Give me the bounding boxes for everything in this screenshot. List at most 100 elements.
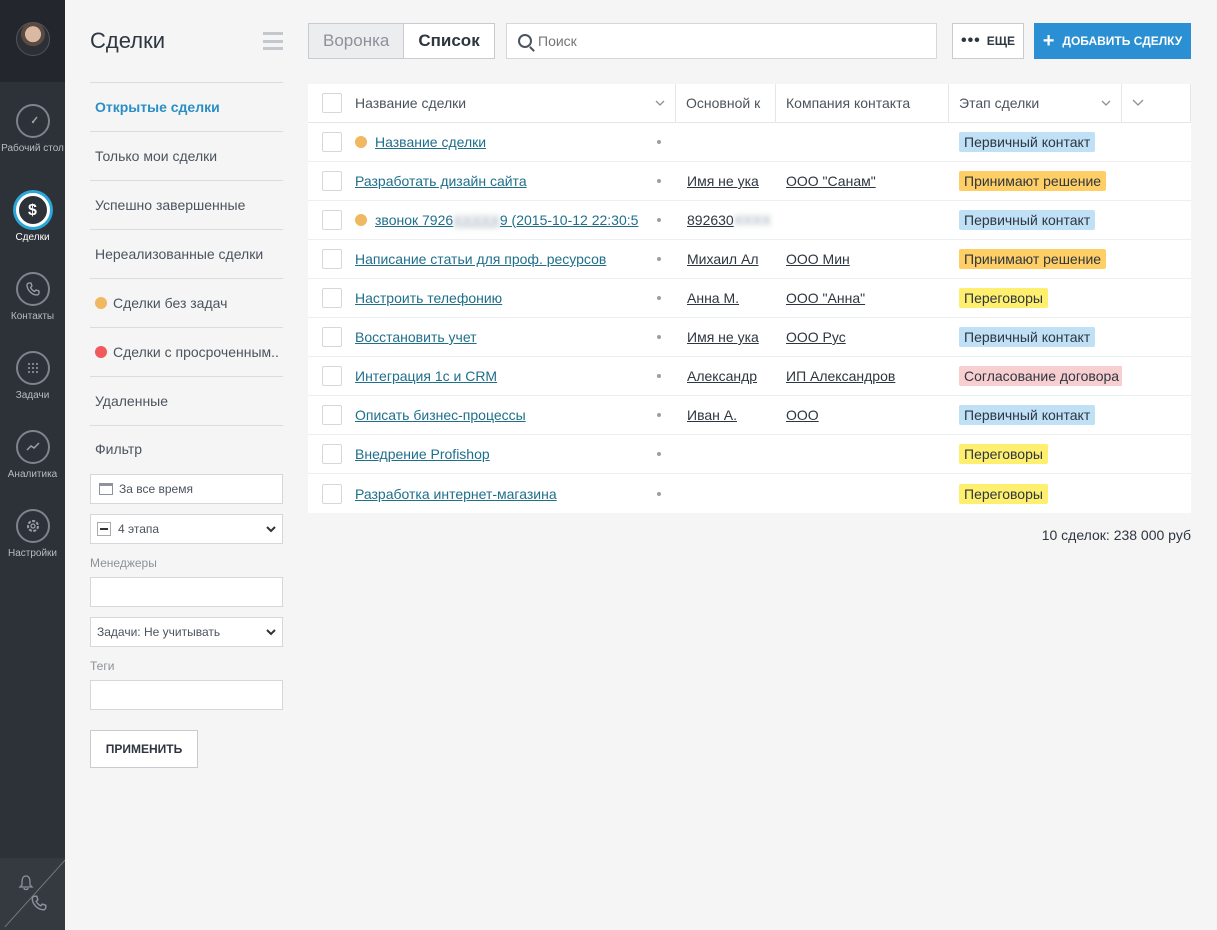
row-checkbox[interactable]	[321, 366, 342, 386]
tasks-select[interactable]: Задачи: Не учитывать	[90, 617, 283, 647]
sidebar-item-no-tasks[interactable]: Сделки без задач	[90, 279, 283, 328]
deal-name-cell: Настроить телефонию	[355, 279, 676, 317]
company-link[interactable]: ООО "Санам"	[786, 173, 876, 189]
sidebar-item-won[interactable]: Успешно завершенные	[90, 181, 283, 230]
deal-link[interactable]: звонок 7926	[375, 212, 453, 228]
column-header-contact[interactable]: Основной к	[676, 84, 776, 122]
row-checkbox[interactable]	[321, 327, 342, 347]
contact-link[interactable]: Михаил Ал	[687, 251, 759, 267]
row-checkbox[interactable]	[321, 483, 342, 504]
contact-link[interactable]: Имя не ука	[687, 173, 759, 189]
sidebar-item-label: Только мои сделки	[95, 148, 218, 164]
deal-link[interactable]: Название сделки	[375, 134, 486, 150]
nav-item-settings[interactable]: Настройки	[0, 509, 65, 559]
sidebar-item-lost[interactable]: Нереализованные сделки	[90, 230, 283, 279]
nav-item-analytics[interactable]: Аналитика	[0, 430, 65, 480]
table-row[interactable]: Описать бизнес-процессы Иван А. ООО Первичн…	[308, 396, 1191, 435]
sidebar-item-my-deals[interactable]: Только мои сделки	[90, 132, 283, 181]
tab-list[interactable]: Список	[403, 24, 494, 58]
column-header-stage[interactable]: Этап сделки	[949, 84, 1122, 122]
contact-link[interactable]: Иван А.	[687, 407, 737, 423]
nav-item-deals[interactable]: $ Сделки	[0, 193, 65, 243]
row-checkbox[interactable]	[321, 405, 342, 425]
more-button[interactable]: ••• ЕЩЕ	[952, 23, 1024, 59]
stage-badge[interactable]: Согласование договора	[959, 366, 1122, 386]
tab-funnel[interactable]: Воронка	[309, 24, 404, 58]
deal-link[interactable]: Описать бизнес-процессы	[355, 407, 526, 423]
column-header-company[interactable]: Компания контакта	[776, 84, 949, 122]
row-checkbox[interactable]	[321, 249, 342, 269]
stage-badge[interactable]: Принимают решение	[959, 249, 1107, 269]
bell-icon[interactable]	[18, 874, 34, 892]
sidebar-item-open-deals[interactable]: Открытые сделки	[90, 83, 283, 132]
table-row[interactable]: Название сделки Первичный контакт	[308, 123, 1191, 162]
nav-item-tasks[interactable]: Задачи	[0, 351, 65, 401]
stages-select[interactable]: 4 этапа	[90, 514, 283, 544]
apply-button[interactable]: ПРИМЕНИТЬ	[90, 730, 198, 768]
contact-cell	[676, 474, 776, 513]
contact-link[interactable]: Имя не ука	[687, 329, 759, 345]
company-link[interactable]: ООО	[786, 407, 819, 423]
contact-cell: Имя не ука	[676, 318, 776, 356]
nav-label-dashboard: Рабочий стол	[1, 143, 64, 154]
contact-link[interactable]: 892630	[687, 212, 734, 228]
nav-item-dashboard[interactable]: Рабочий стол	[0, 104, 65, 154]
stage-badge[interactable]: Первичный контакт	[959, 327, 1096, 347]
table-row[interactable]: Написание статьи для проф. ресурсов Михаи…	[308, 240, 1191, 279]
managers-input[interactable]	[90, 577, 283, 607]
stage-badge[interactable]: Переговоры	[959, 288, 1048, 308]
deal-name-cell: Написание статьи для проф. ресурсов	[355, 240, 676, 278]
contact-link[interactable]: Анна М.	[687, 290, 739, 306]
chevron-down-icon	[1132, 99, 1144, 106]
deal-link[interactable]: Настроить телефонию	[355, 290, 502, 306]
column-header-name[interactable]: Название сделки	[355, 84, 676, 122]
deal-link[interactable]: Восстановить учет	[355, 329, 477, 345]
add-deal-button[interactable]: + ДОБАВИТЬ СДЕЛКУ	[1034, 23, 1191, 59]
table-row[interactable]: звонок 7926 XXXXX 9 (2015-10-12 22:30:5 892…	[308, 201, 1191, 240]
search-input[interactable]	[538, 33, 918, 49]
deal-link[interactable]: Написание статьи для проф. ресурсов	[355, 251, 606, 267]
menu-icon[interactable]	[263, 32, 283, 50]
row-checkbox[interactable]	[321, 288, 342, 308]
stage-badge[interactable]: Первичный контакт	[959, 405, 1096, 425]
column-settings[interactable]	[1122, 84, 1191, 122]
tasks-icon	[15, 351, 50, 385]
table-row[interactable]: Интеграция 1с и CRM Александр ИП Александр…	[308, 357, 1191, 396]
row-checkbox[interactable]	[321, 132, 342, 152]
table-row[interactable]: Разработка интернет-магазина Переговоры	[308, 474, 1191, 513]
stage-badge[interactable]: Переговоры	[959, 483, 1048, 504]
deal-link-tail[interactable]: 9 (2015-10-12 22:30:5	[500, 212, 639, 228]
table-row[interactable]: Разработать дизайн сайта Имя не ука ООО "С…	[308, 162, 1191, 201]
extra-cell	[1122, 279, 1191, 317]
nav-label-settings: Настройки	[7, 548, 58, 559]
table-row[interactable]: Внедрение Profishop Переговоры	[308, 435, 1191, 474]
table-row[interactable]: Настроить телефонию Анна М. ООО "Анна" Пере…	[308, 279, 1191, 318]
stage-badge[interactable]: Первичный контакт	[959, 210, 1096, 230]
nav-item-contacts[interactable]: Контакты	[0, 272, 65, 322]
sidebar-item-label: Открытые сделки	[95, 99, 220, 115]
deal-link[interactable]: Внедрение Profishop	[355, 446, 490, 462]
avatar[interactable]	[15, 22, 50, 56]
contact-link[interactable]: Александр	[687, 368, 757, 384]
sidebar-item-overdue[interactable]: Сделки с просроченным..	[90, 328, 283, 377]
date-range-field[interactable]: За все время	[90, 474, 283, 504]
company-link[interactable]: ООО Мин	[786, 251, 850, 267]
stage-badge[interactable]: Переговоры	[959, 444, 1048, 464]
deal-link[interactable]: Разработать дизайн сайта	[355, 173, 527, 189]
deal-link[interactable]: Интеграция 1с и CRM	[355, 368, 497, 384]
company-link[interactable]: ООО Рус	[786, 329, 846, 345]
tags-input[interactable]	[90, 680, 283, 710]
sidebar-item-deleted[interactable]: Удаленные	[90, 377, 283, 426]
company-link[interactable]: ООО "Анна"	[786, 290, 865, 306]
deal-link[interactable]: Разработка интернет-магазина	[355, 486, 557, 502]
stage-badge[interactable]: Принимают решение	[959, 171, 1107, 191]
select-all-checkbox[interactable]	[321, 93, 342, 113]
table-row[interactable]: Восстановить учет Имя не ука ООО Рус Первич…	[308, 318, 1191, 357]
row-checkbox[interactable]	[321, 171, 342, 191]
row-checkbox[interactable]	[321, 444, 342, 464]
stage-badge[interactable]: Первичный контакт	[959, 132, 1096, 152]
phone-call-icon[interactable]	[30, 894, 48, 912]
row-marker	[657, 413, 661, 417]
company-link[interactable]: ИП Александров	[786, 368, 895, 384]
row-checkbox[interactable]	[321, 210, 342, 230]
